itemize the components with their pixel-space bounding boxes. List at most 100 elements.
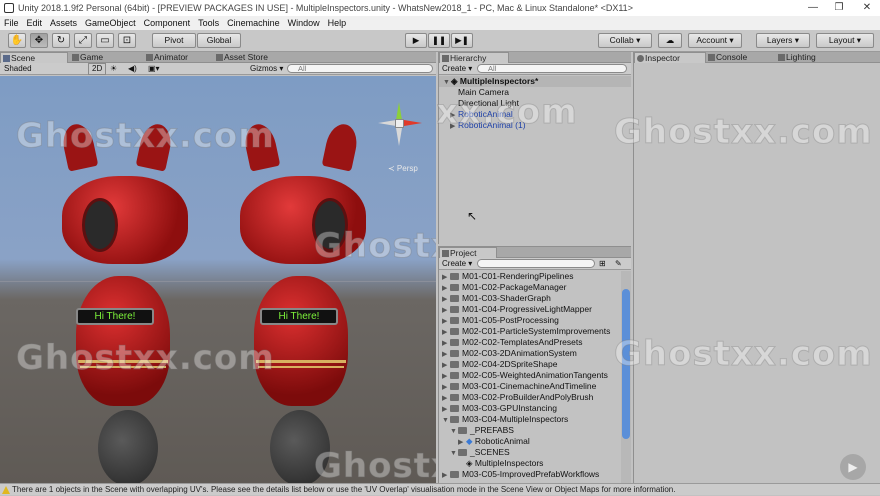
tab-lighting[interactable]: Lighting [776, 52, 846, 63]
gizmos-dropdown[interactable]: Gizmos ▾ [250, 63, 283, 75]
folder-icon [450, 317, 459, 324]
toggle-2d-button[interactable]: 2D [88, 63, 107, 75]
menu-cinemachine[interactable]: Cinemachine [223, 16, 284, 30]
transform-tool-button[interactable]: ⊡ [118, 33, 136, 48]
project-folder[interactable]: ▶ M02-C01-ParticleSystemImprovements [439, 326, 621, 337]
project-folder[interactable]: ▶ M03-C02-ProBuilderAndPolyBrush [439, 392, 621, 403]
layers-dropdown[interactable]: Layers ▾ [756, 33, 810, 48]
layout-dropdown[interactable]: Layout ▾ [816, 33, 874, 48]
asset-label: MultipleInspectors [474, 458, 544, 468]
robotic-animal-1[interactable]: Hi There! [58, 121, 198, 483]
rotate-tool-button[interactable]: ↻ [52, 33, 70, 48]
shading-mode-dropdown[interactable]: Shaded [4, 63, 32, 75]
hand-tool-button[interactable]: ✋ [8, 33, 26, 48]
filter-type-icon[interactable]: ⊞ [599, 258, 606, 270]
tab-console[interactable]: Console [706, 52, 776, 63]
menu-tools[interactable]: Tools [194, 16, 223, 30]
step-button[interactable]: ▶❚ [451, 33, 473, 48]
tab-scene[interactable]: Scene [0, 52, 68, 63]
tab-animator[interactable]: Animator [144, 52, 214, 63]
project-folder[interactable]: ▶ M01-C02-PackageManager [439, 282, 621, 293]
tab-hierarchy[interactable]: Hierarchy [439, 52, 509, 63]
project-folder-expanded[interactable]: ▼ M03-C04-MultipleInspectors [439, 414, 621, 425]
projection-label[interactable]: ≺ Persp [388, 164, 418, 173]
x-axis-cone[interactable] [404, 120, 422, 126]
hierarchy-create-dropdown[interactable]: Create ▾ [442, 63, 472, 75]
menu-file[interactable]: File [0, 16, 23, 30]
minimize-button[interactable]: — [800, 0, 826, 16]
audio-icon[interactable]: ◀) [128, 63, 137, 75]
rect-tool-button[interactable]: ▭ [96, 33, 114, 48]
robotic-animal-2[interactable]: Hi There! [236, 121, 376, 483]
orientation-gizmo[interactable] [376, 100, 426, 150]
folder-label: M03-C02-ProBuilderAndPolyBrush [462, 392, 594, 402]
project-tree: ▶ M01-C01-RenderingPipelines ▶ M01-C02-Pac… [439, 271, 621, 484]
project-folder[interactable]: ▶ M01-C01-RenderingPipelines [439, 271, 621, 282]
hierarchy-item[interactable]: Main Camera [439, 87, 631, 98]
project-subfolder[interactable]: ▼ _PREFABS [439, 425, 621, 436]
project-folder[interactable]: ▶ M02-C05-WeightedAnimationTangents [439, 370, 621, 381]
project-scrollbar[interactable] [621, 271, 631, 484]
project-subfolder[interactable]: ▼ _SCENES [439, 447, 621, 458]
pivot-toggle[interactable]: Pivot [152, 33, 196, 48]
filter-label-icon[interactable]: ✎ [615, 258, 622, 270]
menu-window[interactable]: Window [284, 16, 324, 30]
tab-asset-store[interactable]: Asset Store [214, 52, 294, 63]
global-toggle[interactable]: Global [197, 33, 241, 48]
pause-button[interactable]: ❚❚ [428, 33, 450, 48]
scene-viewport[interactable]: Hi There! Hi There! ≺ Persp Ghostxx.com … [0, 76, 436, 483]
account-dropdown[interactable]: Account ▾ [688, 33, 742, 48]
tab-game[interactable]: Game [70, 52, 142, 63]
collab-dropdown[interactable]: Collab ▾ [598, 33, 652, 48]
menu-help[interactable]: Help [324, 16, 351, 30]
scale-tool-button[interactable]: ⤢ [74, 33, 92, 48]
scene-search-input[interactable]: All [287, 64, 433, 73]
menu-edit[interactable]: Edit [23, 16, 47, 30]
status-message[interactable]: There are 1 objects in the Scene with ov… [12, 485, 675, 494]
close-button[interactable]: ✕ [854, 0, 880, 16]
neg-y-cone[interactable] [396, 128, 402, 146]
project-search-input[interactable] [477, 259, 595, 268]
eye-socket [312, 198, 348, 252]
menu-component[interactable]: Component [140, 16, 195, 30]
gold-stripe [78, 360, 168, 363]
scene-root-row[interactable]: ▼◈ MultipleInspectors* [439, 76, 631, 87]
project-create-dropdown[interactable]: Create ▾ [442, 258, 472, 270]
hierarchy-search-input[interactable]: All [477, 64, 627, 73]
move-tool-button[interactable]: ✥ [30, 33, 48, 48]
project-scene-item[interactable]: ◈ MultipleInspectors [439, 458, 621, 469]
project-prefab-item[interactable]: ▶ ◆ RoboticAnimal [439, 436, 621, 447]
project-folder[interactable]: ▶ M03-C01-CinemachineAndTimeline [439, 381, 621, 392]
menu-gameobject[interactable]: GameObject [81, 16, 140, 30]
project-folder[interactable]: ▶ M02-C03-2DAnimationSystem [439, 348, 621, 359]
project-folder[interactable]: ▶ M02-C02-TemplatesAndPresets [439, 337, 621, 348]
video-play-icon[interactable]: ▶ [840, 454, 866, 480]
cloud-button[interactable]: ☁ [658, 33, 682, 48]
expand-arrow-icon[interactable]: ▶ [442, 470, 450, 481]
tab-inspector[interactable]: Inspector [634, 52, 706, 63]
project-folder[interactable]: ▶ M03-C05-ImprovedPrefabWorkflows [439, 469, 621, 480]
play-button[interactable]: ▶ [405, 33, 427, 48]
maximize-button[interactable]: ❐ [826, 0, 852, 16]
folder-icon [450, 295, 459, 302]
hierarchy-item-label: RoboticAnimal (1) [458, 120, 526, 130]
project-folder[interactable]: ▶ M02-C04-2DSpriteShape [439, 359, 621, 370]
y-axis-cone[interactable] [396, 102, 402, 120]
scrollbar-thumb[interactable] [622, 289, 630, 439]
play-icon: ▶ [412, 35, 420, 45]
project-folder[interactable]: ▶ M03-C03-GPUInstancing [439, 403, 621, 414]
project-folder[interactable]: ▶ M01-C04-ProgressiveLightMapper [439, 304, 621, 315]
project-folder[interactable]: ▶ M01-C03-ShaderGraph [439, 293, 621, 304]
hierarchy-prefab-item[interactable]: ▶ RoboticAnimal [439, 109, 631, 120]
effects-icon[interactable]: ▣▾ [148, 63, 160, 75]
folder-label: M01-C04-ProgressiveLightMapper [462, 304, 592, 314]
hierarchy-prefab-item[interactable]: ▶ RoboticAnimal (1) [439, 120, 631, 131]
menu-assets[interactable]: Assets [46, 16, 81, 30]
expand-arrow-icon[interactable]: ▶ [450, 121, 458, 132]
gizmo-center[interactable] [395, 119, 404, 128]
lighting-icon[interactable]: ☀ [110, 63, 117, 75]
neg-x-cone[interactable] [378, 120, 396, 126]
project-folder[interactable]: ▶ M01-C05-PostProcessing [439, 315, 621, 326]
hierarchy-item[interactable]: Directional Light [439, 98, 631, 109]
tab-project[interactable]: Project [439, 247, 497, 258]
